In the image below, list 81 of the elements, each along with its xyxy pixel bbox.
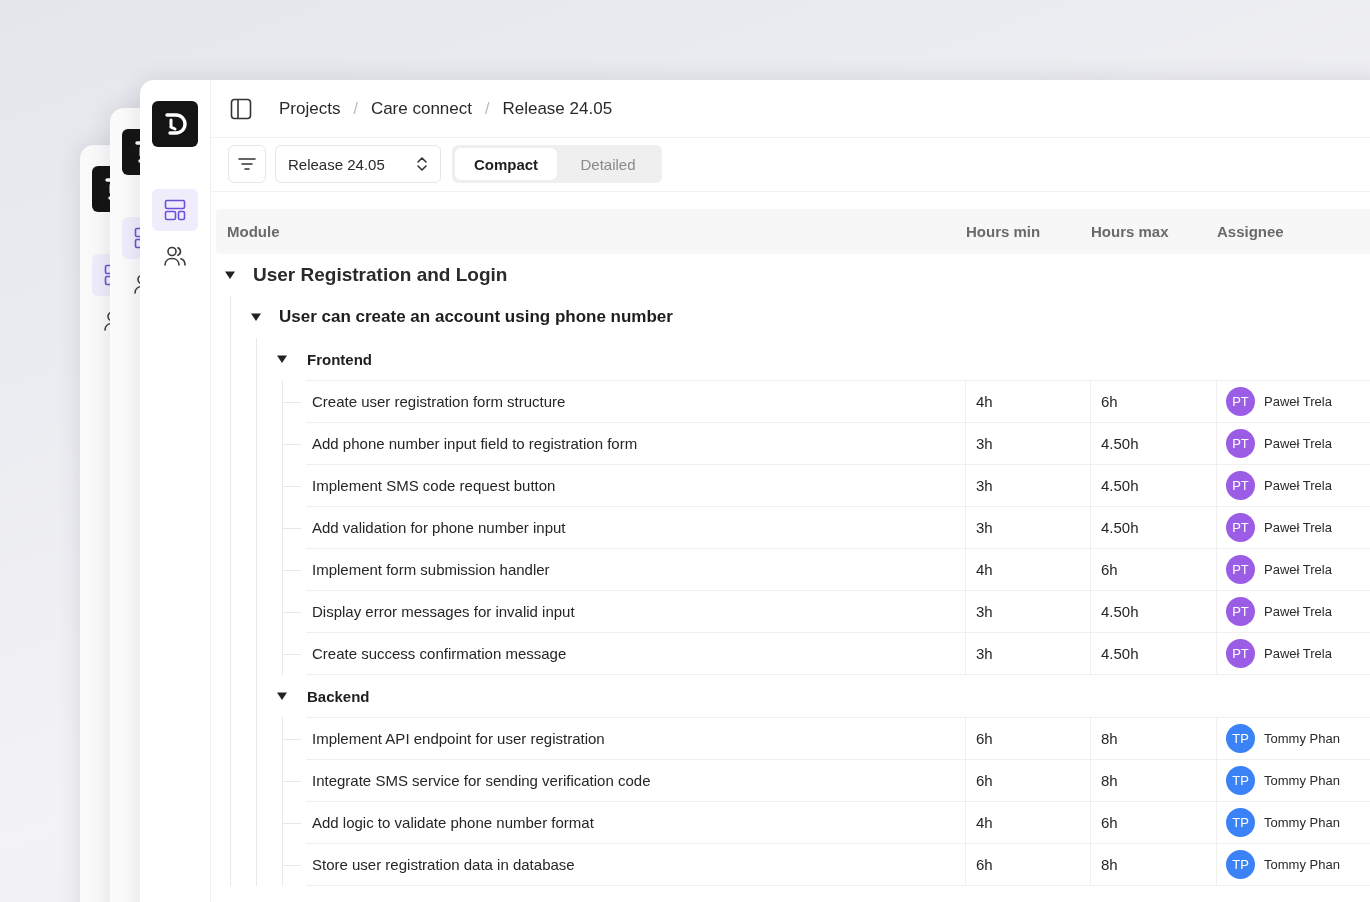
hours-min: 3h [965, 465, 1090, 506]
assignee-name: Paweł Trela [1264, 478, 1332, 493]
task-name: Implement API endpoint for user registration [311, 729, 606, 749]
people-icon [163, 244, 187, 268]
column-header: Hours min [965, 223, 1042, 240]
assignee-name: Paweł Trela [1264, 604, 1332, 619]
hours-max: 4.50h [1090, 507, 1216, 548]
column-header: Module [226, 223, 281, 240]
avatar: PT [1226, 639, 1255, 668]
hours-max: 6h [1090, 802, 1216, 843]
column-header: Hours max [1090, 223, 1170, 240]
avatar: PT [1226, 513, 1255, 542]
hours-min: 4h [965, 549, 1090, 590]
hours-max: 8h [1090, 844, 1216, 885]
group-title: Backend [307, 687, 370, 705]
assignee-name: Tommy Phan [1264, 773, 1340, 788]
caret-down-icon[interactable] [277, 691, 287, 701]
release-select[interactable]: Release 24.05 [275, 145, 441, 183]
avatar: PT [1226, 429, 1255, 458]
assignee-name: Tommy Phan [1264, 731, 1340, 746]
sidebar-toggle-icon[interactable] [230, 97, 252, 120]
task-name: Implement form submission handler [311, 560, 551, 580]
hours-max: 4.50h [1090, 423, 1216, 464]
column-header: Assignee [1216, 223, 1285, 240]
caret-down-icon[interactable] [225, 270, 235, 280]
task-name: Display error messages for invalid input [311, 602, 576, 622]
hours-max: 4.50h [1090, 591, 1216, 632]
task-name: Add phone number input field to registration form [311, 434, 639, 454]
hours-min: 6h [965, 760, 1090, 801]
breadcrumb[interactable]: Care connect [370, 98, 472, 119]
hours-max: 6h [1090, 381, 1216, 422]
hours-max: 6h [1090, 549, 1216, 590]
hours-max: 4.50h [1090, 465, 1216, 506]
task-name: Store user registration data in database [311, 855, 576, 875]
task-name: Implement SMS code request button [311, 476, 557, 496]
hours-min: 4h [965, 381, 1090, 422]
breadcrumb[interactable]: Projects [279, 98, 341, 119]
avatar: TP [1226, 766, 1255, 795]
task-name: Create user registration form structure [311, 392, 567, 412]
breadcrumb-separator: / [353, 99, 358, 118]
avatar: TP [1226, 850, 1255, 879]
assignee-name: Paweł Trela [1264, 520, 1332, 535]
task-name: Add validation for phone number input [311, 518, 567, 538]
assignee-name: Paweł Trela [1264, 646, 1332, 661]
hours-min: 4h [965, 802, 1090, 843]
group-title: Frontend [307, 350, 372, 368]
hours-min: 3h [965, 507, 1090, 548]
hours-min: 6h [965, 718, 1090, 759]
hours-min: 3h [965, 633, 1090, 674]
breadcrumb: Release 24.05 [502, 98, 613, 119]
caret-down-icon[interactable] [277, 354, 287, 364]
task-name: Add logic to validate phone number format [311, 813, 595, 833]
hours-min: 3h [965, 591, 1090, 632]
chevron-up-down-icon [416, 156, 428, 172]
avatar: PT [1226, 555, 1255, 584]
hours-max: 8h [1090, 760, 1216, 801]
assignee-name: Tommy Phan [1264, 815, 1340, 830]
hours-min: 6h [965, 844, 1090, 885]
avatar: PT [1226, 471, 1255, 500]
assignee-name: Paweł Trela [1264, 394, 1332, 409]
assignee-name: Paweł Trela [1264, 436, 1332, 451]
task-name: Create success confirmation message [311, 644, 568, 664]
avatar: PT [1226, 597, 1255, 626]
caret-down-icon[interactable] [251, 312, 261, 322]
sidebar-item[interactable] [152, 189, 198, 231]
breadcrumb-separator: / [485, 99, 490, 118]
avatar: PT [1226, 387, 1255, 416]
hours-max: 4.50h [1090, 633, 1216, 674]
avatar: TP [1226, 808, 1255, 837]
filter-button[interactable] [228, 145, 266, 183]
avatar: TP [1226, 724, 1255, 753]
group-title: User can create an account using phone number [279, 307, 673, 327]
assignee-name: Paweł Trela [1264, 562, 1332, 577]
logo-icon [152, 101, 198, 147]
assignee-name: Tommy Phan [1264, 857, 1340, 872]
group-title: User Registration and Login [253, 264, 508, 286]
task-name: Integrate SMS service for sending verification code [311, 771, 652, 791]
hours-max: 8h [1090, 718, 1216, 759]
hours-min: 3h [965, 423, 1090, 464]
view-tab[interactable]: Compact [455, 148, 557, 180]
layout-icon [163, 198, 187, 222]
